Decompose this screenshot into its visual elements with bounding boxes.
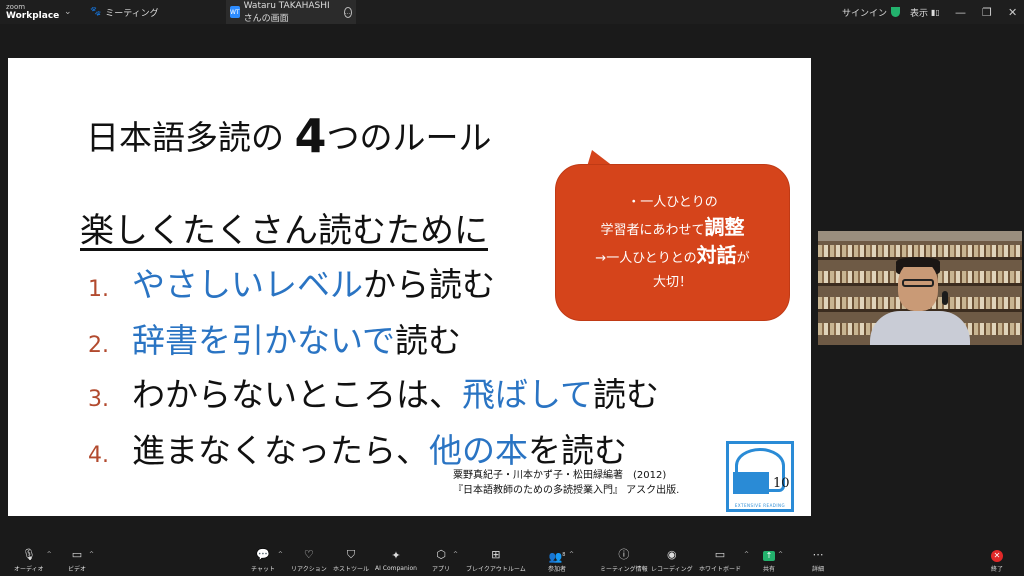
apps-icon: ⬡ <box>436 547 446 561</box>
heart-icon: ♡ <box>303 547 314 561</box>
more-icon: ⋯ <box>812 547 824 561</box>
breakout-rooms-button[interactable]: ⊞ ブレイクアウトルーム <box>466 545 526 576</box>
slide-title: 日本語多読の 4つのルール <box>86 109 492 163</box>
microphone-icon: 🎙 <box>21 547 36 561</box>
details-button[interactable]: ⋯ 詳細 <box>812 545 824 576</box>
whiteboard-options-caret-icon[interactable]: ^ <box>744 551 749 558</box>
paw-icon: 🐾 <box>90 7 102 17</box>
chat-icon: 💬 <box>256 547 270 561</box>
rule-item: 4. 進まなくなったら、他の本を読む <box>88 431 627 470</box>
title-bar: zoom Workplace ⌄ 🐾 ミーティング WT Wataru TAKA… <box>0 0 1024 24</box>
close-button[interactable]: ✕ <box>1008 0 1017 24</box>
more-options-icon[interactable]: … <box>343 6 352 18</box>
meeting-tab[interactable]: 🐾 ミーティング <box>90 0 159 24</box>
share-icon: ↑ <box>763 549 775 562</box>
screen-share-label: Wataru TAKAHASHI さんの画面 <box>243 0 330 24</box>
chat-options-caret-icon[interactable]: ^ <box>278 551 283 558</box>
app-menu-chevron-icon[interactable]: ⌄ <box>64 0 72 24</box>
security-shield-icon <box>891 7 901 17</box>
participants-button[interactable]: 👥8 参加者 ^ <box>548 545 574 576</box>
chat-button[interactable]: 💬 チャット ^ <box>251 545 283 576</box>
share-options-caret-icon[interactable]: ^ <box>778 551 783 558</box>
sparkle-icon: ✦ <box>391 548 401 562</box>
ai-companion-button[interactable]: ✦ AI Companion <box>375 545 417 576</box>
meeting-tab-label: ミーティング <box>105 8 159 19</box>
slide-subtitle: 楽しくたくさん読むために <box>80 211 488 251</box>
apps-options-caret-icon[interactable]: ^ <box>453 551 458 558</box>
record-icon: ◉ <box>666 547 677 561</box>
share-button[interactable]: ↑ 共有 ^ <box>763 545 783 576</box>
zoom-window: zoom Workplace ⌄ 🐾 ミーティング WT Wataru TAKA… <box>0 0 1024 576</box>
minimize-button[interactable]: — <box>955 0 966 24</box>
rule-item: 2. 辞書を引かないで読む <box>88 321 462 360</box>
audio-button[interactable]: 🎙 オーディオ ^ <box>14 545 52 576</box>
participants-icon: 👥8 <box>548 550 566 564</box>
screen-share-tab[interactable]: WT Wataru TAKAHASHI さんの画面 … <box>226 0 356 24</box>
video-button[interactable]: ▭ ビデオ ^ <box>68 545 94 576</box>
whiteboard-icon: ▭ <box>714 547 726 561</box>
rule-item: 3. わからないところは、飛ばして読む <box>88 375 660 414</box>
host-tools-button[interactable]: ⛉ ホストツール <box>333 545 369 576</box>
presenter-badge: WT <box>230 6 240 18</box>
recording-button[interactable]: ◉ レコーディング <box>651 545 693 576</box>
view-button[interactable]: 表示 ▮▯ <box>910 0 940 24</box>
apps-button[interactable]: ⬡ アプリ ^ <box>432 545 458 576</box>
meeting-info-button[interactable]: ⓘ ミーティング情報 <box>600 545 648 576</box>
headset-icon <box>942 291 948 305</box>
zoom-workplace-logo: zoom Workplace <box>6 3 60 21</box>
video-options-caret-icon[interactable]: ^ <box>89 551 94 558</box>
meeting-toolbar: 🎙 オーディオ ^ ▭ ビデオ ^ 💬 チャット ^ ♡ リアクション ⛉ ホス… <box>0 545 1024 576</box>
info-icon: ⓘ <box>618 547 630 561</box>
rule-item: 1. やさしいレベルから読む <box>88 265 495 304</box>
shared-slide: 日本語多読の 4つのルール ・一人ひとりの 学習者にあわせて調整 →一人ひとりと… <box>8 58 811 516</box>
extensive-reading-logo: 10 EXTENSIVE READING <box>726 441 794 512</box>
shield-icon: ⛉ <box>346 547 356 561</box>
participant-video[interactable] <box>818 231 1022 345</box>
audio-options-caret-icon[interactable]: ^ <box>47 551 52 558</box>
end-button[interactable]: ✕ 終了 <box>991 545 1003 576</box>
whiteboard-button[interactable]: ▭ ホワイトボード ^ <box>699 545 749 576</box>
speech-bubble: ・一人ひとりの 学習者にあわせて調整 →一人ひとりとの対話が 大切！ <box>555 164 790 321</box>
reaction-button[interactable]: ♡ リアクション <box>291 545 327 576</box>
sign-in-label: サインイン <box>842 8 888 19</box>
camera-icon: ▭ <box>71 547 83 561</box>
citation: 粟野真紀子・川本かず子・松田緑編著 (2012) 『日本語教師のための多読授業入… <box>453 470 680 496</box>
sign-in-button[interactable]: サインイン <box>842 0 901 24</box>
restore-button[interactable]: ❐ <box>982 0 992 24</box>
end-call-icon: ✕ <box>991 549 1003 562</box>
view-label: 表示 <box>910 8 929 19</box>
open-book-icon <box>733 472 769 494</box>
participants-options-caret-icon[interactable]: ^ <box>569 551 574 558</box>
view-layout-icon: ▮▯ <box>931 7 940 17</box>
grid-icon: ⊞ <box>491 547 501 561</box>
